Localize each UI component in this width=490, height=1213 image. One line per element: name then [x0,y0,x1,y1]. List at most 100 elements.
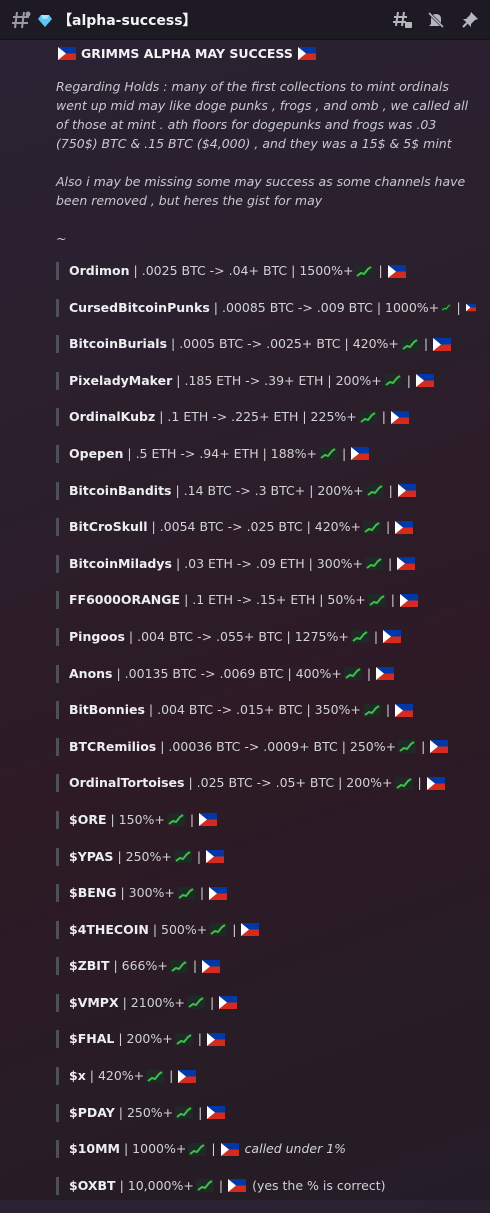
collection-name: $10MM [69,1141,120,1157]
chart-increasing-icon [383,374,402,388]
flag-icon [395,520,414,534]
separator: | [196,848,202,864]
collection-detail: | 1000%+ [123,1141,187,1157]
collection-detail: | .5 ETH -> .94+ ETH | 188%+ [127,445,317,461]
flag-icon [178,1069,197,1083]
separator: | [169,1068,174,1084]
separator: | [388,482,393,498]
separator: | [199,885,205,901]
flag-icon [387,264,406,278]
collection-detail: | 300%+ [120,885,175,901]
collection-name: $x [69,1068,86,1084]
chart-increasing-icon [175,1106,194,1120]
tilde-separator: ~ [56,231,67,246]
flag-icon [199,813,218,827]
collection-name: $OXBT [69,1177,116,1193]
collection-name: BitcoinMiladys [69,555,172,571]
separator: | [341,445,347,461]
collection-detail: | .0005 BTC -> .0025+ BTC | 420%+ [171,336,399,352]
chart-increasing-icon [355,264,374,278]
flag-icon [416,374,434,388]
list-item: BTCRemilios | .00036 BTC -> .0009+ BTC | … [56,737,478,756]
flag-icon [219,996,238,1010]
separator: | [385,519,391,535]
success-list: Ordimon | .0025 BTC -> .04+ BTC | 1500%+ |… [56,262,478,1195]
flag-icon [297,47,316,60]
flag-icon [220,1142,239,1156]
flag-icon [390,410,409,424]
list-item: BitcoinMiladys | .03 ETH -> .09 ETH | 300… [56,554,478,573]
hash-icon [10,9,32,31]
flag-icon [206,850,225,863]
flag-icon [395,703,414,717]
chart-increasing-icon [146,1069,165,1083]
separator: | [198,1104,203,1120]
threads-icon[interactable] [392,10,412,30]
collection-name: $BENG [69,885,117,901]
chart-increasing-icon [186,996,205,1010]
chart-increasing-icon [343,667,362,681]
list-item: BitBonnies | .004 BTC -> .015+ BTC | 350%… [56,701,478,720]
chart-increasing-icon [350,630,369,644]
list-item: $ORE | 150%+ | [56,810,478,829]
list-item: $4THECOIN | 500%+ | [56,920,478,939]
collection-name: $4THECOIN [69,921,149,937]
separator: | [381,409,386,425]
flag-icon [58,47,76,60]
collection-detail: | .004 BTC -> .055+ BTC | 1275%+ [128,628,349,644]
collection-name: BitcoinBurials [69,336,168,352]
holds-paragraph: Regarding Holds : many of the first coll… [56,79,469,151]
chart-increasing-icon [362,703,381,717]
collection-detail: | .14 BTC -> .3 BTC+ | 200%+ [175,482,364,498]
chart-increasing-icon [362,520,381,534]
chart-increasing-icon [169,959,188,973]
collection-name: BTCRemilios [69,738,157,754]
flag-icon [397,557,416,571]
flag-icon [209,886,228,900]
collection-detail: | .0054 BTC -> .025 BTC | 420%+ [151,519,361,535]
collection-name: $VMPX [69,994,119,1010]
collection-detail: | 2100%+ [122,994,185,1010]
mute-icon[interactable] [426,10,446,30]
separator: | [456,299,461,315]
gem-icon [38,13,52,27]
collection-name: $ZBIT [69,958,110,974]
flag-icon [228,1179,247,1193]
separator: | [189,811,195,827]
collection-detail: | 500%+ [152,921,208,937]
chart-increasing-icon [195,1179,214,1193]
collection-detail: | .004 BTC -> .015+ BTC | 350%+ [148,702,361,718]
list-item: $BENG | 300%+ | [56,884,478,903]
list-item: OrdinalTortoises | .025 BTC -> .05+ BTC |… [56,774,478,793]
separator: | [390,592,395,608]
chart-increasing-icon [441,303,452,312]
flag-icon [397,484,416,498]
separator: | [421,738,426,754]
list-item: $YPAS | 250%+ | [56,847,478,866]
flag-icon [206,1032,225,1046]
channel-title: 【alpha-success】 [58,12,197,29]
collection-name: CursedBitcoinPunks [69,299,210,315]
chart-increasing-icon [394,776,413,790]
collection-detail: | 420%+ [89,1068,145,1084]
list-item: Opepen | .5 ETH -> .94+ ETH | 188%+ | [56,444,478,463]
collection-detail: | .025 BTC -> .05+ BTC | 200%+ [188,775,393,791]
pin-icon[interactable] [460,10,480,30]
collection-detail: | .0025 BTC -> .04+ BTC | 1500%+ [133,263,354,278]
collection-detail: | .00085 BTC -> .009 BTC | 1000%+ [213,299,440,315]
separator: | [197,1031,202,1047]
flag-icon [351,447,370,461]
flag-icon [465,303,476,312]
collection-detail: | 250%+ [118,1104,174,1120]
collection-name: $FHAL [69,1031,115,1047]
chart-increasing-icon [365,557,384,571]
chart-increasing-icon [365,484,384,498]
item-note: called under 1% [244,1141,347,1157]
separator: | [406,372,411,388]
chart-increasing-icon [400,337,419,351]
collection-name: Ordimon [69,263,130,278]
separator: | [232,921,237,937]
separator: | [209,994,215,1010]
collection-detail: | .1 ETH -> .225+ ETH | 225%+ [159,409,357,425]
collection-detail: | .00036 BTC -> .0009+ BTC | 250%+ [160,738,397,754]
